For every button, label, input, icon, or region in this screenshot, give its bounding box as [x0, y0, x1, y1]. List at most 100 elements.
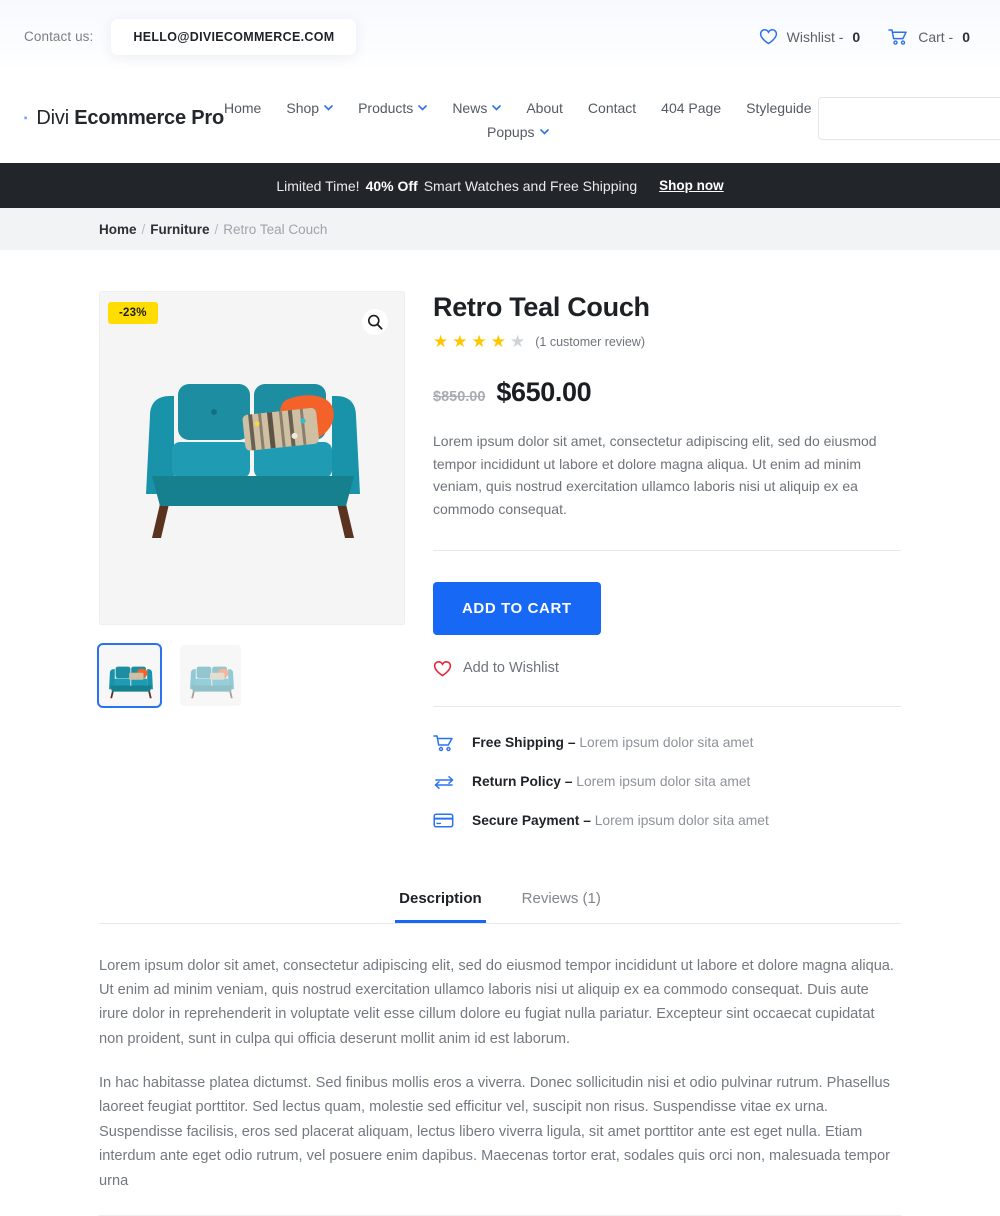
product-tabs-section: Description Reviews (1) Lorem ipsum dolo… — [0, 890, 1000, 1193]
product-tabs: Description Reviews (1) — [99, 890, 901, 924]
promo-post: Smart Watches and Free Shipping — [423, 177, 638, 194]
nav-label: Contact — [587, 100, 637, 116]
product-rating[interactable]: ★ ★ ★ ★ ★ (1 customer review) — [433, 333, 901, 350]
cart-link[interactable]: Cart - 0 — [888, 28, 970, 46]
contact-email-button[interactable]: HELLO@DIVIECOMMERCE.COM — [111, 18, 357, 55]
search-box[interactable] — [817, 96, 1000, 140]
cart-count: 0 — [962, 28, 970, 45]
logo[interactable]: Divi Ecommerce Pro — [24, 107, 224, 130]
thumbnail-2[interactable] — [180, 645, 241, 706]
logo-text-bold: Ecommerce Pro — [74, 106, 224, 129]
search-input[interactable] — [830, 109, 1000, 127]
nav-label: Products — [358, 100, 414, 116]
nav-label: Shop — [286, 100, 320, 116]
chevron-down-icon — [324, 105, 333, 111]
feature-title-text: Return Policy – — [472, 774, 573, 790]
feature-free-shipping: Free Shipping – Lorem ipsum dolor sita a… — [433, 734, 901, 752]
product-features: Free Shipping – Lorem ipsum dolor sita a… — [433, 734, 901, 829]
nav-item-products[interactable]: Products — [358, 100, 428, 116]
nav-item-shop[interactable]: Shop — [286, 100, 333, 116]
product-details: Retro Teal Couch ★ ★ ★ ★ ★ (1 customer r… — [433, 291, 901, 829]
nav-item-contact[interactable]: Contact — [588, 100, 636, 116]
cart-icon — [888, 28, 907, 45]
nav-item-popups[interactable]: Popups — [487, 124, 549, 140]
top-bar: Contact us: HELLO@DIVIECOMMERCE.COM Wish… — [0, 0, 1000, 73]
logo-mark-icon — [24, 116, 27, 120]
contact-label: Contact us: — [24, 29, 94, 44]
nav-label: 404 Page — [661, 100, 722, 116]
breadcrumb-separator: / — [141, 221, 146, 237]
zoom-magnifier-icon[interactable] — [362, 309, 388, 335]
chevron-down-icon — [539, 129, 549, 135]
feature-text: Lorem ipsum dolor sita amet — [576, 774, 751, 790]
breadcrumb-home[interactable]: Home — [99, 222, 137, 237]
feature-text: Lorem ipsum dolor sita amet — [579, 735, 754, 751]
site-header: Divi Ecommerce Pro Home Shop Products Ne… — [0, 73, 1000, 163]
feature-title: Free Shipping – Lorem ipsum dolor sita a… — [472, 735, 753, 750]
description-paragraph-1: Lorem ipsum dolor sit amet, consectetur … — [99, 957, 894, 1047]
product-main-image[interactable]: -23% — [99, 291, 405, 625]
chevron-down-icon — [418, 105, 428, 111]
shop-now-link[interactable]: Shop now — [659, 178, 724, 193]
feature-title: Secure Payment – Lorem ipsum dolor sita … — [472, 813, 769, 828]
description-paragraph-2: In hac habitasse platea dictumst. Sed fi… — [99, 1075, 890, 1189]
breadcrumb-separator: / — [214, 221, 219, 237]
product-short-description: Lorem ipsum dolor sit amet, consectetur … — [433, 433, 877, 518]
star-icon-empty: ★ — [510, 332, 526, 351]
promo-bar: Limited Time! 40% Off Smart Watches and … — [0, 163, 1000, 208]
wishlist-count: 0 — [852, 28, 861, 45]
promo-pre: Limited Time! — [276, 177, 360, 194]
nav-label: Styleguide — [746, 100, 812, 116]
chevron-down-icon — [492, 105, 502, 111]
breadcrumb-category[interactable]: Furniture — [150, 222, 209, 237]
heart-icon — [759, 29, 777, 45]
cart-label: Cart - — [918, 28, 954, 45]
nav-item-styleguide[interactable]: Styleguide — [746, 100, 811, 116]
top-bar-right: Wishlist - 0 Cart - 0 — [759, 28, 970, 46]
nav-label: News — [452, 100, 488, 116]
thumbnail-1[interactable] — [97, 643, 162, 708]
nav-label: About — [526, 100, 563, 116]
couch-illustration — [100, 292, 404, 624]
divider — [433, 549, 901, 551]
feature-secure-payment: Secure Payment – Lorem ipsum dolor sita … — [433, 812, 901, 829]
nav-label: Popups — [487, 124, 535, 140]
breadcrumb-current: Retro Teal Couch — [223, 221, 328, 237]
price-current: $650.00 — [496, 377, 592, 407]
product-title: Retro Teal Couch — [433, 292, 650, 322]
return-arrows-icon — [434, 775, 454, 789]
thumbnail-couch-image-alt — [180, 645, 241, 706]
price-original: $850.00 — [433, 389, 486, 405]
nav-row-secondary: Popups — [487, 124, 549, 140]
nav-item-about[interactable]: About — [526, 100, 563, 116]
heart-icon — [433, 660, 452, 677]
customer-review-link[interactable]: (1 customer review) — [535, 335, 645, 349]
star-icon: ★ — [490, 332, 506, 351]
credit-card-icon — [433, 813, 454, 828]
wishlist-link[interactable]: Wishlist - 0 — [759, 28, 861, 45]
feature-title-text: Secure Payment – — [472, 812, 591, 828]
star-icon: ★ — [452, 332, 468, 351]
feature-title-text: Free Shipping – — [472, 735, 576, 751]
logo-text-light: Divi — [36, 106, 75, 129]
add-to-wishlist-button[interactable]: Add to Wishlist — [433, 660, 901, 677]
tab-description[interactable]: Description — [395, 890, 486, 923]
logo-text: Divi Ecommerce Pro — [36, 107, 224, 130]
feature-text: Lorem ipsum dolor sita amet — [594, 812, 769, 828]
nav-item-home[interactable]: Home — [224, 100, 261, 116]
feature-return-policy: Return Policy – Lorem ipsum dolor sita a… — [433, 774, 901, 790]
product-gallery: -23% — [97, 291, 405, 829]
promo-discount: 40% Off — [365, 177, 418, 194]
price-row: $850.00 $650.00 — [433, 377, 901, 408]
wishlist-label: Wishlist - — [786, 28, 844, 45]
nav-item-news[interactable]: News — [452, 100, 502, 116]
nav-row-primary: Home Shop Products News About Contact 40… — [224, 100, 812, 116]
star-icon: ★ — [433, 332, 449, 351]
main-navigation: Home Shop Products News About Contact 40… — [224, 96, 812, 140]
tab-panel-description: Lorem ipsum dolor sit amet, consectetur … — [99, 924, 901, 1193]
add-to-wishlist-label: Add to Wishlist — [463, 660, 559, 677]
product-section: -23% Retro Teal Couch ★ ★ ★ ★ ★ (1 custo… — [0, 250, 1000, 829]
tab-reviews[interactable]: Reviews (1) — [518, 890, 605, 923]
add-to-cart-button[interactable]: ADD TO CART — [433, 581, 601, 635]
nav-item-404-page[interactable]: 404 Page — [661, 100, 721, 116]
